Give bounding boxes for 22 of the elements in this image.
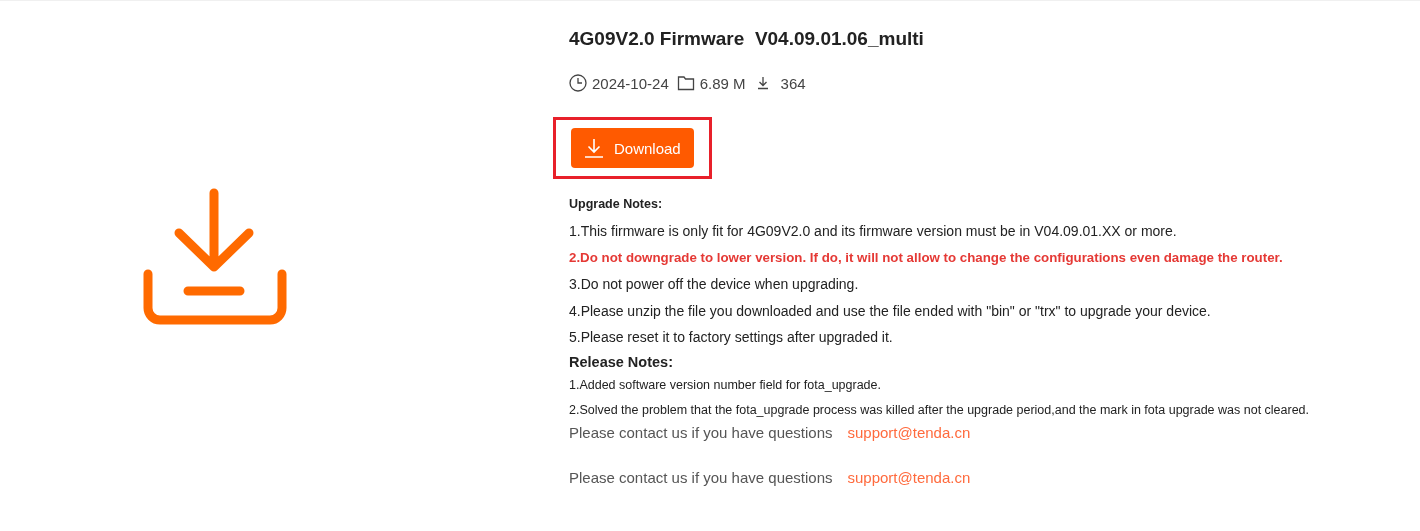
download-icon [143, 188, 287, 325]
upgrade-note: 3.Do not power off the device when upgrading. [569, 275, 860, 294]
upgrade-note: 5.Please reset it to factory settings after upgraded it. [569, 328, 894, 347]
contact-text: Please contact us if you have questions [569, 422, 833, 443]
download-count: 364 [780, 74, 806, 92]
folder-icon [676, 74, 695, 92]
release-note: 1.Added software version number field for fota_upgrade. [569, 376, 882, 394]
firmware-title: 4G09V2.0 Firmware V04.09.01.06_multi [569, 28, 925, 50]
email-link[interactable]: support@tenda.cn [847, 467, 971, 488]
upgrade-note: 1.This firmware is only fit for 4G09V2.0 and its firmware version must be in V04.09.01.XX or more. [569, 222, 1178, 241]
notes-heading: Upgrade Notes: [569, 197, 664, 211]
clock-icon [569, 74, 587, 92]
download-icon [584, 138, 604, 158]
release-date: 2024-10-24 [592, 74, 669, 92]
release-note: 2.Solved the problem that the fota_upgrade process was killed after the upgrade period,and the mark in fota upgrade was not cleared. [569, 401, 1310, 419]
upgrade-note: 4.Please unzip the file you downloaded and use the file ended with "bin" or "trx" to upgrade your device. [569, 301, 1212, 321]
upgrade-note: 2.Do not downgrade to lower version. If do, it will not allow to change the configurations even damage the router. [569, 248, 1284, 267]
contact-text: Please contact us if you have questions [569, 467, 833, 488]
file-size: 6.89 M [699, 74, 746, 92]
download-button[interactable]: Download [571, 128, 694, 168]
notes-heading: Release Notes: [569, 352, 674, 372]
email-link[interactable]: support@tenda.cn [847, 422, 971, 443]
